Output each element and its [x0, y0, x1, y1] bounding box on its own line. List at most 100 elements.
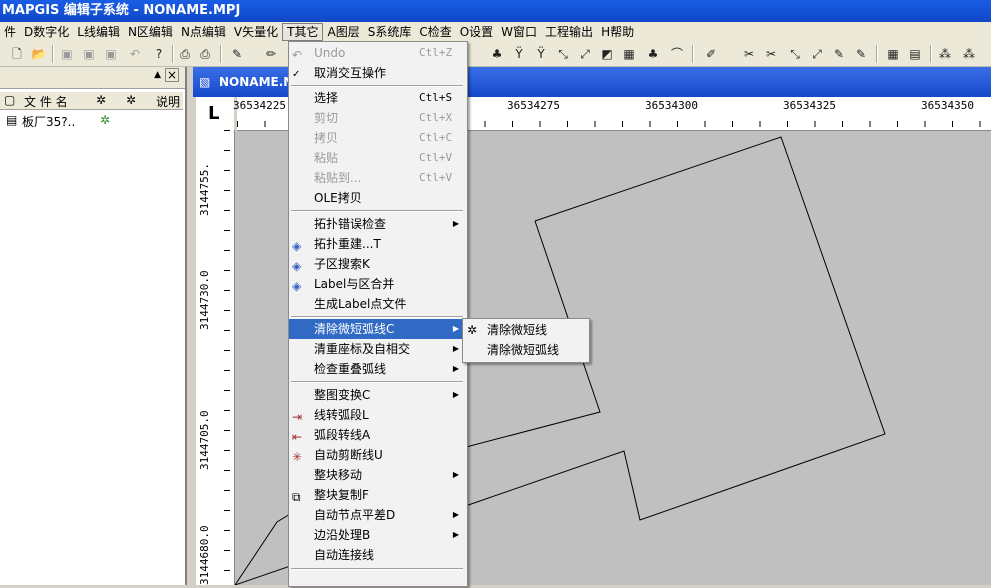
- menu-item-label-merge[interactable]: ◈ Label与区合并: [289, 274, 465, 294]
- other-menu-dropdown: ↶ Undo Ctl+Z ✓ 取消交互操作 选择 Ctl+S 剪切 Ctl+X …: [288, 41, 468, 587]
- draw-line-icon[interactable]: ✐: [702, 45, 720, 63]
- panel-close-icon[interactable]: ×: [165, 68, 179, 82]
- menu-item-ole-copy[interactable]: OLE拷贝: [289, 188, 465, 208]
- menu-item-paste-to[interactable]: 粘贴到... Ctl+V: [289, 168, 465, 188]
- menu-separator: [291, 381, 463, 383]
- vertex-tool-icon[interactable]: Ÿ: [510, 45, 528, 63]
- column-file-name[interactable]: 文 件 名: [24, 93, 68, 110]
- print-icon[interactable]: ⎙: [196, 45, 214, 63]
- connect-tool-icon[interactable]: ⤢: [576, 45, 594, 63]
- line-join-icon[interactable]: ⤢: [808, 45, 826, 63]
- menu-separator: [291, 568, 463, 570]
- menu-item-select[interactable]: 选择 Ctl+S: [289, 88, 465, 108]
- line-pen-icon[interactable]: ✏: [262, 45, 280, 63]
- help-pointer-icon[interactable]: ?: [150, 45, 168, 63]
- menu-item-auto-node-adjust[interactable]: 自动节点平差D ▶: [289, 505, 465, 525]
- menu-item-block-copy[interactable]: ⧉ 整块复制F: [289, 485, 465, 505]
- menu-system-lib[interactable]: S系统库: [364, 23, 416, 41]
- ruler-x-label: 36534275: [507, 99, 560, 112]
- menu-item-check-overlap-arcs[interactable]: 检查重叠弧线 ▶: [289, 359, 465, 379]
- panel-header: ▲ ×: [0, 67, 185, 89]
- menu-item-arc-to-line[interactable]: ⇤ 弧段转线A: [289, 425, 465, 445]
- header-icon: ▢: [4, 93, 16, 107]
- scatter-alt-icon[interactable]: ⁂: [960, 45, 978, 63]
- menu-item-transform-map[interactable]: 整图变换C ▶: [289, 385, 465, 405]
- ruler-y-label: 3144755.: [198, 163, 211, 216]
- submenu-item-clear-short-arcs[interactable]: 清除微短弧线: [463, 340, 587, 360]
- menu-layer[interactable]: A图层: [323, 23, 363, 41]
- submenu-arrow-icon: ▶: [452, 344, 459, 353]
- menu-digitize[interactable]: D数字化: [20, 23, 73, 41]
- line-edit-icon[interactable]: ⤡: [786, 45, 804, 63]
- submenu-arrow-icon: ▶: [452, 390, 459, 399]
- save-all-icon[interactable]: ▣: [102, 45, 120, 63]
- auto-cut-icon: ✳: [292, 450, 303, 464]
- save-icon[interactable]: ▣: [58, 45, 76, 63]
- menu-other[interactable]: T其它: [282, 23, 324, 41]
- menu-help[interactable]: H帮助: [597, 23, 638, 41]
- new-file-icon[interactable]: 🗋: [8, 45, 26, 63]
- menu-area-edit[interactable]: N区编辑: [124, 23, 177, 41]
- column-status-icon[interactable]: ✲: [96, 93, 106, 107]
- print-preview-icon[interactable]: ⎙: [176, 45, 194, 63]
- menu-file[interactable]: 件: [0, 23, 20, 41]
- menu-point-edit[interactable]: N点编辑: [177, 23, 230, 41]
- menu-item-line-to-arc[interactable]: ⇥ 线转弧段L: [289, 405, 465, 425]
- menu-item-copy[interactable]: 拷贝 Ctl+C: [289, 128, 465, 148]
- menu-item-auto-connect-line[interactable]: 自动连接线: [289, 545, 465, 565]
- menu-window[interactable]: W窗口: [497, 23, 541, 41]
- menu-item-clear-short-arcs[interactable]: 清除微短弧线C ▶: [289, 319, 465, 339]
- menu-check[interactable]: C检查: [415, 23, 455, 41]
- undo-icon[interactable]: ↶: [126, 45, 144, 63]
- menu-item-auto-cut-line[interactable]: ✳ 自动剪断线U: [289, 445, 465, 465]
- line-style-icon[interactable]: ✎: [830, 45, 848, 63]
- pen-dropdown-icon[interactable]: ✎: [228, 45, 246, 63]
- menu-item-generate-label-file[interactable]: 生成Label点文件: [289, 294, 465, 314]
- submenu-item-clear-short-lines[interactable]: ✲ 清除微短线: [463, 320, 587, 340]
- save-as-icon[interactable]: ▣: [80, 45, 98, 63]
- document-icon: ▧: [199, 75, 211, 89]
- snap-tool-icon[interactable]: ⤡: [554, 45, 572, 63]
- grid-tool-icon[interactable]: ▦: [620, 45, 638, 63]
- menu-item-subregion-search[interactable]: ◈ 子区搜索K: [289, 254, 465, 274]
- open-folder-icon[interactable]: 📂: [30, 45, 48, 63]
- menu-item-edge-processing[interactable]: 边沿处理B ▶: [289, 525, 465, 545]
- file-list-header: ▢ 文 件 名 ✲ ✲ 说明: [0, 91, 183, 110]
- panel-restore-icon[interactable]: ▲: [154, 70, 161, 80]
- column-description[interactable]: 说明: [156, 93, 180, 110]
- menu-item-topology-check[interactable]: 拓扑错误检查 ▶: [289, 214, 465, 234]
- subregion-icon: ◈: [292, 259, 302, 273]
- arc-line: [234, 510, 296, 586]
- menu-item-block-move[interactable]: 整块移动 ▶: [289, 465, 465, 485]
- menu-settings[interactable]: O设置: [456, 23, 497, 41]
- topology-icon: ◈: [292, 239, 302, 253]
- toolbar-separator: [876, 45, 878, 63]
- shape-tool-icon[interactable]: ♣: [644, 45, 662, 63]
- check-icon: ✓: [292, 69, 301, 80]
- menu-project-output[interactable]: 工程输出: [541, 23, 597, 41]
- split-line-icon[interactable]: ✂: [762, 45, 780, 63]
- scatter-tool-icon[interactable]: ⁂: [936, 45, 954, 63]
- node-tool-icon[interactable]: Ÿ: [532, 45, 550, 63]
- area-fill-icon[interactable]: ◩: [598, 45, 616, 63]
- menu-item-cancel-interaction[interactable]: ✓ 取消交互操作: [289, 63, 465, 83]
- menu-bar: 件 D数字化 L线编辑 N区编辑 N点编辑 V矢量化 T其它 A图层 S系统库 …: [0, 22, 991, 43]
- cut-line-icon[interactable]: ✂: [740, 45, 758, 63]
- menu-item-paste[interactable]: 粘贴 Ctl+V: [289, 148, 465, 168]
- menu-item-undo[interactable]: ↶ Undo Ctl+Z: [289, 43, 465, 63]
- grid-view-icon[interactable]: ▦: [884, 45, 902, 63]
- list-item[interactable]: ▤ 板厂35?.. ✲: [0, 112, 183, 130]
- column-view-icon[interactable]: ✲: [126, 93, 136, 107]
- menu-line-edit[interactable]: L线编辑: [73, 23, 124, 41]
- vertical-ruler: 3144755. 3144730.0 3144705.0 3144680.0: [196, 130, 235, 585]
- line-attr-icon[interactable]: ✎: [852, 45, 870, 63]
- green-tool-icon[interactable]: ♣: [488, 45, 506, 63]
- table-view-icon[interactable]: ▤: [906, 45, 924, 63]
- menu-item-clear-duplicate-coords[interactable]: 清重座标及自相交 ▶: [289, 339, 465, 359]
- menu-item-topology-rebuild[interactable]: ◈ 拓扑重建...T: [289, 234, 465, 254]
- menu-vectorize[interactable]: V矢量化: [230, 23, 282, 41]
- menu-item-cut[interactable]: 剪切 Ctl+X: [289, 108, 465, 128]
- ruler-x-label: 36534300: [645, 99, 698, 112]
- layer-visible-icon[interactable]: ✲: [100, 113, 110, 127]
- curve-tool-icon[interactable]: ⌒: [668, 45, 686, 63]
